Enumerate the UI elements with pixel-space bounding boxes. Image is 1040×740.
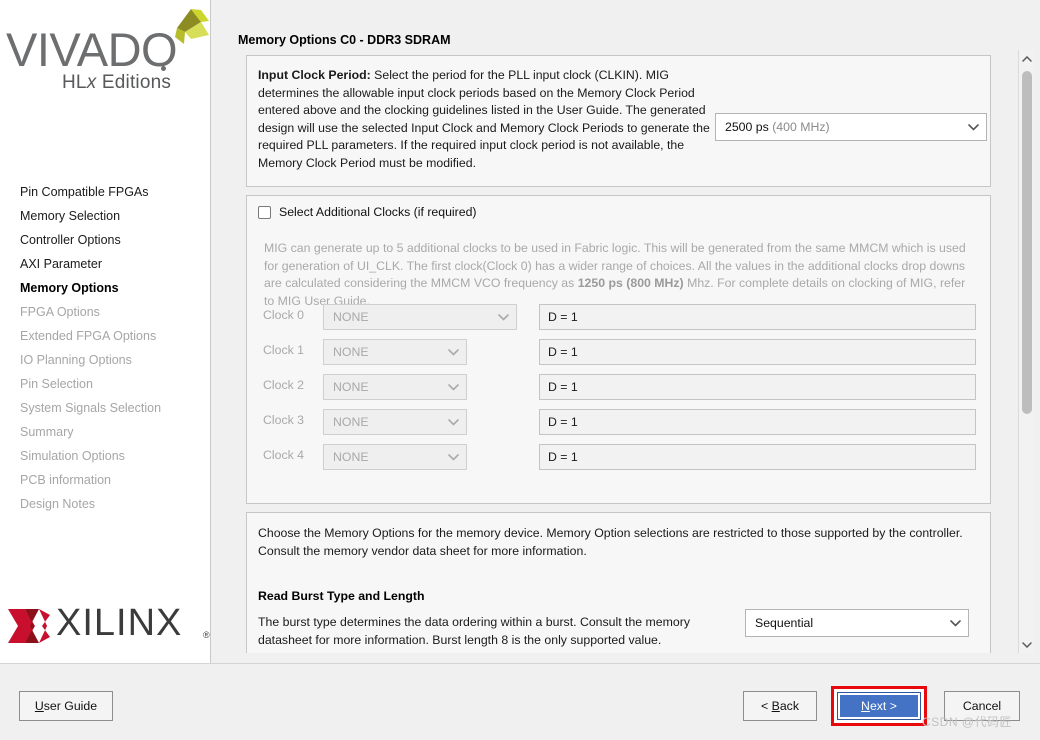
- watermark: CSDN @代码匠: [922, 715, 1013, 729]
- clock-2-dropdown: NONE: [323, 374, 467, 400]
- vivado-wordmark: VIVADO: [6, 23, 178, 76]
- xilinx-mark-icon: [8, 606, 50, 646]
- select-additional-clocks-row[interactable]: Select Additional Clocks (if required): [258, 205, 477, 219]
- input-clock-period-help: Select the period for the PLL input cloc…: [258, 68, 710, 170]
- sidebar-item-system-signals-selection: System Signals Selection: [20, 401, 162, 415]
- chevron-down-icon: [440, 348, 466, 356]
- clock-row-2: Clock 2 NONE D = 1: [263, 374, 976, 400]
- chevron-down-icon: [440, 418, 466, 426]
- chevron-down-icon: [942, 619, 968, 627]
- clock-row-0: Clock 0 NONE D = 1: [263, 304, 976, 330]
- options-scroll-content: Input Clock Period: Select the period fo…: [238, 55, 994, 653]
- user-guide-label: User Guide: [34, 699, 98, 713]
- user-guide-button[interactable]: User Guide: [19, 691, 113, 721]
- clock-0-dropdown: NONE: [323, 304, 517, 330]
- read-burst-description: The burst type determines the data order…: [258, 615, 690, 647]
- vertical-scrollbar[interactable]: [1018, 50, 1034, 653]
- scroll-down-arrow-icon[interactable]: [1019, 636, 1035, 653]
- scrollbar-thumb[interactable]: [1022, 71, 1032, 414]
- registered-mark: ®: [203, 630, 210, 640]
- input-clock-period-dropdown[interactable]: 2500 ps (400 MHz): [715, 113, 987, 141]
- clock-3-dropdown: NONE: [323, 409, 467, 435]
- clock-1-value: NONE: [333, 345, 369, 359]
- vivado-dot: [161, 66, 166, 71]
- clock-4-value: NONE: [333, 450, 369, 464]
- memory-options-intro: Choose the Memory Options for the memory…: [258, 526, 963, 558]
- clock-1-label: Clock 1: [263, 343, 305, 357]
- sidebar-item-design-notes: Design Notes: [20, 497, 96, 511]
- clock-1-dropdown: NONE: [323, 339, 467, 365]
- read-burst-heading: Read Burst Type and Length: [258, 589, 425, 603]
- xilinx-logo: XILINX ®: [8, 600, 210, 656]
- clock-4-label: Clock 4: [263, 448, 305, 462]
- input-clock-period-value: 2500 ps (400 MHz): [725, 120, 830, 134]
- mmcm-vco-frequency-value: 1250 ps (800 MHz): [577, 276, 684, 291]
- additional-clocks-note: MIG can generate up to 5 additional cloc…: [264, 241, 966, 308]
- sidebar-item-axi-parameter[interactable]: AXI Parameter: [0, 252, 211, 276]
- scroll-up-arrow-icon[interactable]: [1019, 50, 1035, 67]
- main-content: Memory Options C0 - DDR3 SDRAM Input Clo…: [212, 0, 1040, 663]
- sidebar-item-fpga-options: FPGA Options: [20, 305, 100, 319]
- clock-0-label: Clock 0: [263, 308, 305, 322]
- sidebar-item-summary: Summary: [20, 425, 74, 439]
- sidebar-item-controller-options[interactable]: Controller Options: [0, 228, 211, 252]
- back-button[interactable]: < Back: [743, 691, 817, 721]
- next-button[interactable]: Next >: [837, 692, 921, 720]
- clock-3-value: NONE: [333, 415, 369, 429]
- back-label: < Back: [761, 699, 799, 713]
- vivado-logo: VIVADO HLx Editions: [0, 6, 211, 126]
- sidebar: VIVADO HLx Editions Pin Compatible FPGAs…: [0, 0, 211, 663]
- sidebar-item-pcb-information: PCB information: [20, 473, 112, 487]
- sidebar-item-pin-selection: Pin Selection: [20, 377, 93, 391]
- clock-row-4: Clock 4 NONE D = 1: [263, 444, 976, 470]
- sidebar-item-io-planning-options: IO Planning Options: [20, 353, 132, 367]
- chevron-down-icon: [960, 123, 986, 131]
- select-additional-clocks-label: Select Additional Clocks (if required): [279, 205, 477, 219]
- chevron-down-icon: [490, 313, 516, 321]
- clock-2-divider-field: D = 1: [539, 374, 976, 400]
- clock-0-divider-field: D = 1: [539, 304, 976, 330]
- clock-row-1: Clock 1 NONE D = 1: [263, 339, 976, 365]
- input-clock-period-panel: Input Clock Period: Select the period fo…: [246, 55, 991, 187]
- memory-options-panel: Choose the Memory Options for the memory…: [246, 512, 991, 653]
- sidebar-item-pin-compatible-fpgas[interactable]: Pin Compatible FPGAs: [0, 180, 211, 204]
- input-clock-period-description: Input Clock Period: Select the period fo…: [258, 67, 713, 173]
- clock-row-3: Clock 3 NONE D = 1: [263, 409, 976, 435]
- cancel-label: Cancel: [962, 699, 1002, 713]
- clock-4-divider-field: D = 1: [539, 444, 976, 470]
- options-scroll-viewport: Input Clock Period: Select the period fo…: [238, 50, 1010, 653]
- select-additional-clocks-checkbox[interactable]: [258, 205, 271, 219]
- sidebar-item-simulation-options: Simulation Options: [20, 449, 125, 463]
- clock-4-dropdown: NONE: [323, 444, 467, 470]
- vivado-edition-label: HLx Editions: [62, 72, 172, 93]
- chevron-down-icon: [440, 453, 466, 461]
- read-burst-type-dropdown[interactable]: Sequential: [745, 609, 969, 637]
- read-burst-type-value: Sequential: [755, 616, 814, 630]
- wizard-step-list: Pin Compatible FPGAs Memory Selection Co…: [0, 180, 211, 516]
- next-label: Next >: [861, 699, 897, 713]
- clock-3-label: Clock 3: [263, 413, 305, 427]
- sidebar-item-memory-selection[interactable]: Memory Selection: [0, 204, 211, 228]
- next-button-annotation-box: Next >: [831, 686, 927, 726]
- input-clock-period-label: Input Clock Period:: [258, 68, 371, 82]
- chevron-down-icon: [440, 383, 466, 391]
- sidebar-item-extended-fpga-options: Extended FPGA Options: [20, 329, 157, 343]
- clock-0-value: NONE: [333, 310, 369, 324]
- clock-2-label: Clock 2: [263, 378, 305, 392]
- page-title: Memory Options C0 - DDR3 SDRAM: [238, 33, 451, 47]
- sidebar-item-memory-options[interactable]: Memory Options: [0, 276, 211, 300]
- xilinx-wordmark: XILINX: [56, 602, 183, 644]
- mig-wizard-window: VIVADO HLx Editions Pin Compatible FPGAs…: [0, 0, 1040, 740]
- clock-3-divider-field: D = 1: [539, 409, 976, 435]
- clock-1-divider-field: D = 1: [539, 339, 976, 365]
- clock-2-value: NONE: [333, 380, 369, 394]
- additional-clocks-panel: Select Additional Clocks (if required) M…: [246, 195, 991, 504]
- vivado-pinwheel-icon: [157, 8, 209, 52]
